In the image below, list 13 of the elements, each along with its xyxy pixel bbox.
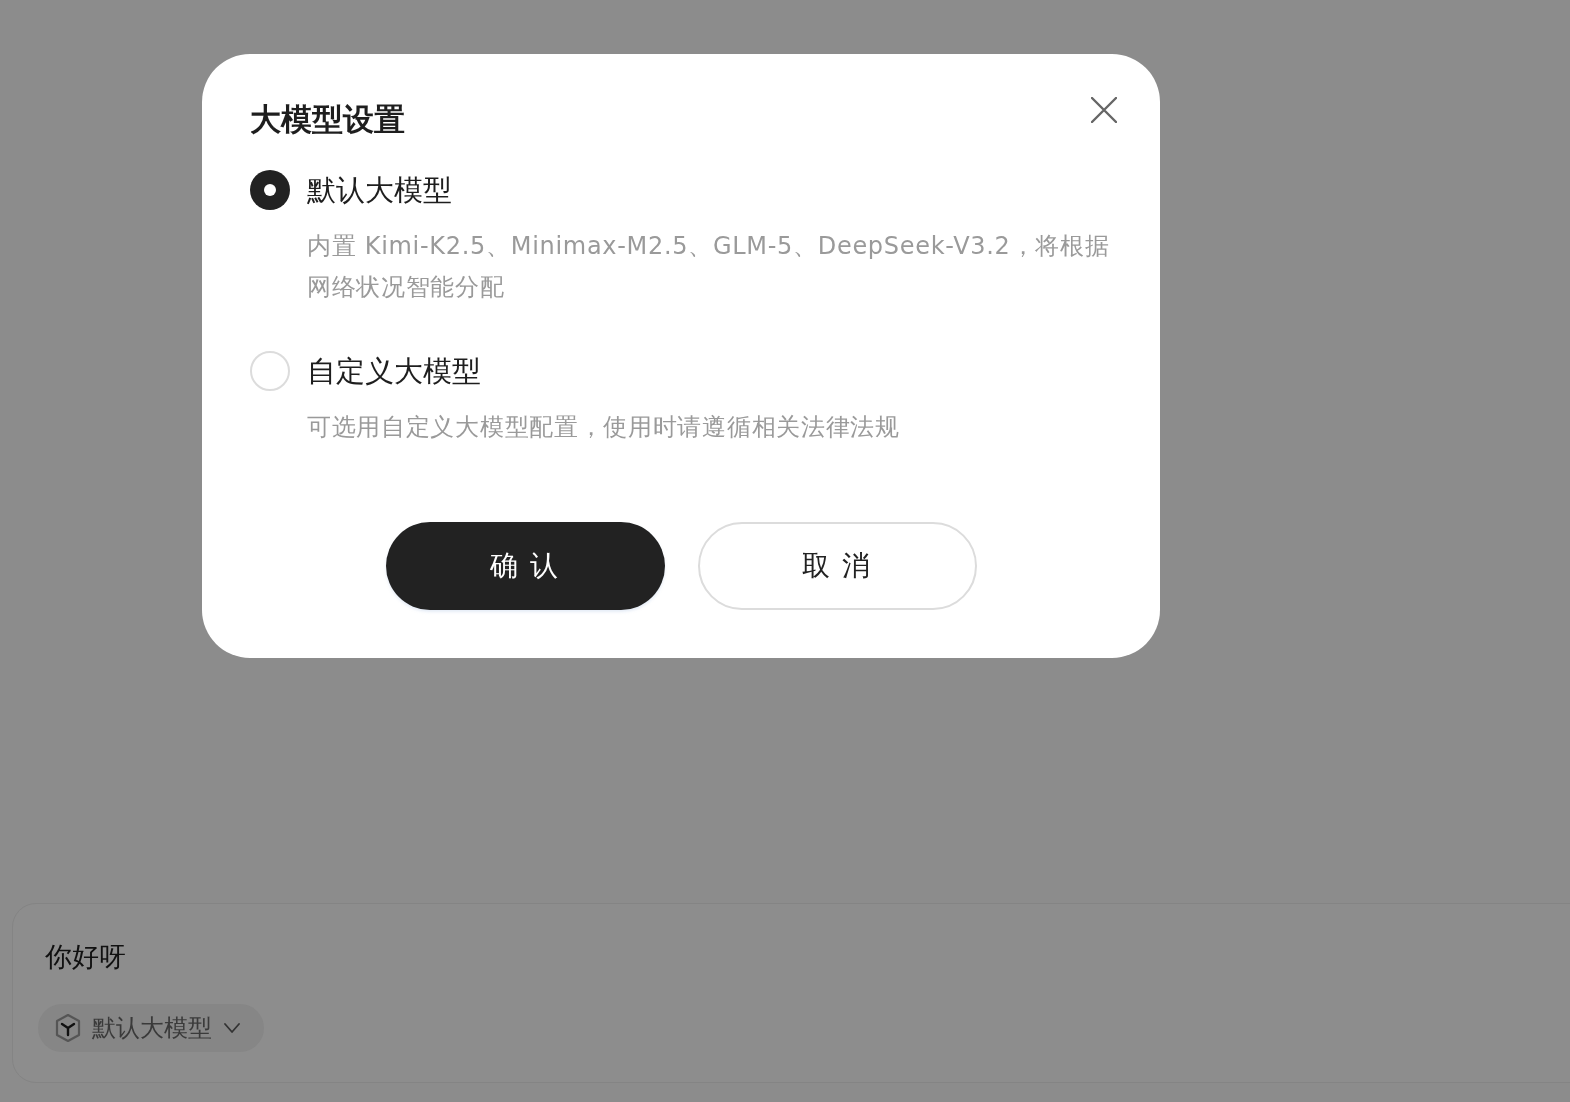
option-label[interactable]: 默认大模型 [307,170,452,210]
option-description: 可选用自定义大模型配置，使用时请遵循相关法律法规 [307,412,901,443]
dialog-title: 大模型设置 [250,100,405,138]
message-input[interactable]: 你好呀 [45,939,1525,975]
radio-button[interactable] [250,351,290,391]
cube-icon [54,1013,82,1043]
close-icon[interactable] [1091,97,1117,123]
confirm-button[interactable]: 确 认 [385,522,665,610]
option-description: 内置 Kimi-K2.5、Minimax-M2.5、GLM-5、DeepSeek-V3.2，将根据网络状况智能分配 [307,231,1111,303]
chevron-down-icon [224,1023,240,1033]
radio-button[interactable] [250,170,290,210]
option-label[interactable]: 自定义大模型 [307,351,481,391]
cancel-button[interactable]: 取 消 [697,522,977,610]
